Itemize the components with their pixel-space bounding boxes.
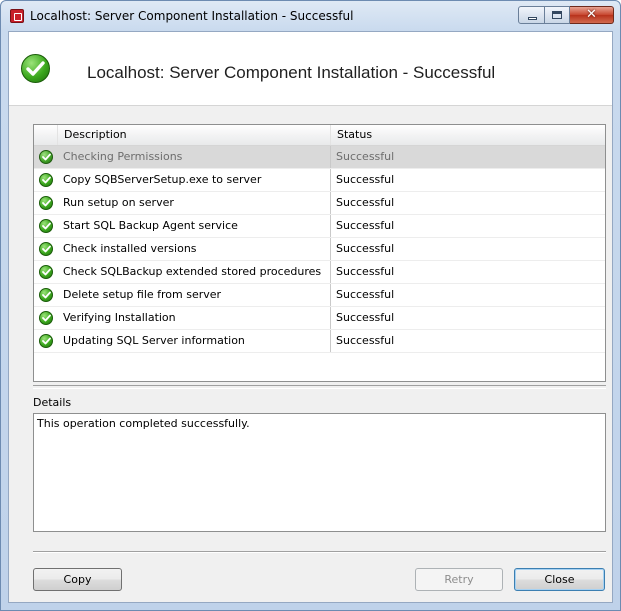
success-check-icon [39, 334, 53, 348]
row-description: Checking Permissions [58, 146, 331, 168]
row-status: Successful [336, 219, 395, 232]
table-row[interactable]: Start SQL Backup Agent service Successful [34, 215, 605, 238]
column-header-status[interactable]: Status [331, 125, 605, 145]
splitter-handle[interactable] [33, 385, 606, 389]
row-icon-cell [34, 330, 58, 352]
success-check-icon [39, 242, 53, 256]
copy-button[interactable]: Copy [33, 568, 122, 591]
red-gate-app-icon[interactable] [10, 9, 24, 23]
installation-steps-list[interactable]: Description Status Checking Permissions S… [33, 124, 606, 382]
column-header-description[interactable]: Description [58, 125, 331, 145]
row-status: Successful [336, 150, 395, 163]
success-check-icon [39, 219, 53, 233]
dialog-window: Localhost: Server Component Installation… [0, 0, 621, 611]
close-window-button[interactable]: ✕ [570, 6, 614, 24]
retry-button[interactable]: Retry [415, 568, 503, 591]
title-bar[interactable]: Localhost: Server Component Installation… [1, 1, 620, 31]
row-status: Successful [336, 311, 395, 324]
table-row[interactable]: Delete setup file from server Successful [34, 284, 605, 307]
success-check-icon [39, 265, 53, 279]
row-icon-cell [34, 238, 58, 260]
table-row[interactable]: Copy SQBServerSetup.exe to server Success… [34, 169, 605, 192]
success-check-icon [39, 311, 53, 325]
table-row[interactable]: Check SQLBackup extended stored procedur… [34, 261, 605, 284]
header-title: Localhost: Server Component Installation… [87, 63, 496, 82]
table-row[interactable]: Check installed versions Successful [34, 238, 605, 261]
row-status: Successful [336, 334, 395, 347]
row-status: Successful [336, 242, 395, 255]
row-icon-cell [34, 284, 58, 306]
row-icon-cell [34, 146, 58, 168]
success-check-icon [39, 173, 53, 187]
success-check-icon [39, 288, 53, 302]
header-banner: Localhost: Server Component Installation… [9, 32, 612, 106]
close-button[interactable]: Close [514, 568, 605, 591]
success-check-icon [39, 196, 53, 210]
caption-buttons: ✕ [518, 6, 614, 25]
row-icon-cell [34, 192, 58, 214]
close-icon: ✕ [586, 7, 597, 22]
table-row[interactable]: Updating SQL Server information Successfu… [34, 330, 605, 353]
row-description: Delete setup file from server [58, 284, 331, 306]
row-description: Verifying Installation [58, 307, 331, 329]
row-description: Check installed versions [58, 238, 331, 260]
row-description: Copy SQBServerSetup.exe to server [58, 169, 331, 191]
maximize-icon [552, 11, 562, 19]
row-status: Successful [336, 196, 395, 209]
details-text-box[interactable]: This operation completed successfully. [33, 413, 606, 532]
success-check-icon [39, 150, 53, 164]
row-status: Successful [336, 288, 395, 301]
details-label: Details [33, 396, 72, 409]
row-icon-cell [34, 169, 58, 191]
row-description: Start SQL Backup Agent service [58, 215, 331, 237]
row-status: Successful [336, 173, 395, 186]
column-header-icon[interactable] [34, 125, 58, 145]
minimize-button[interactable] [518, 6, 545, 24]
list-header: Description Status [34, 125, 605, 146]
success-check-icon [21, 54, 50, 83]
row-description: Updating SQL Server information [58, 330, 331, 352]
dialog-client-area: Localhost: Server Component Installation… [8, 31, 613, 603]
table-row[interactable]: Run setup on server Successful [34, 192, 605, 215]
row-icon-cell [34, 261, 58, 283]
table-row[interactable]: Checking Permissions Successful [34, 146, 605, 169]
table-row[interactable]: Verifying Installation Successful [34, 307, 605, 330]
maximize-button[interactable] [545, 6, 570, 24]
row-description: Check SQLBackup extended stored procedur… [58, 261, 331, 283]
row-description: Run setup on server [58, 192, 331, 214]
row-icon-cell [34, 215, 58, 237]
minimize-icon [528, 17, 537, 20]
row-status: Successful [336, 265, 395, 278]
separator [33, 551, 606, 553]
window-title: Localhost: Server Component Installation… [30, 9, 354, 23]
row-icon-cell [34, 307, 58, 329]
